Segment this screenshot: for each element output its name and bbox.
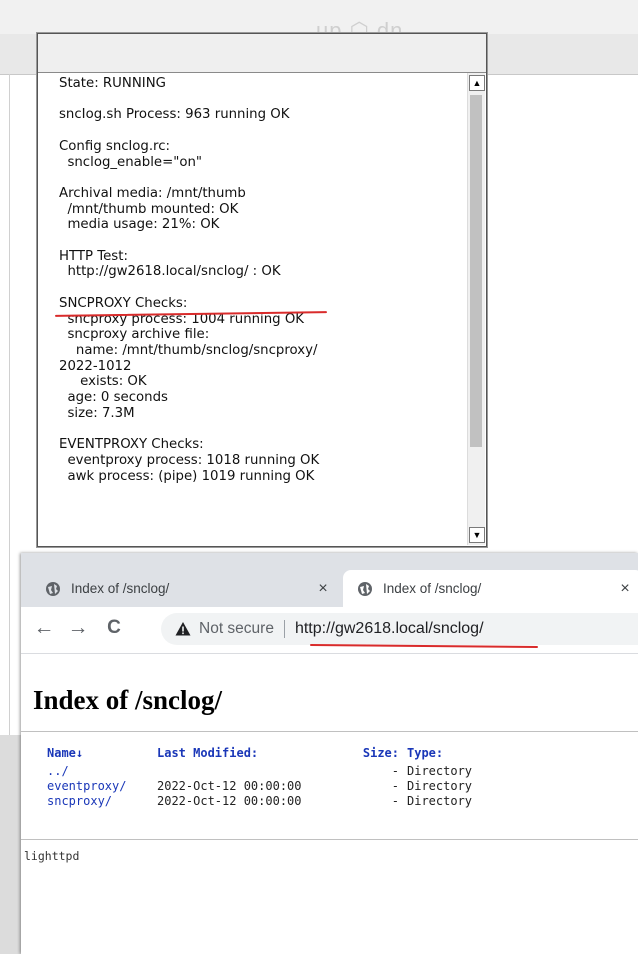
tab-title: Index of /snclog/ [383,581,482,596]
browser-toolbar: ← → C Not secure http://gw2618.local/snc… [21,607,638,654]
popup-content: State: RUNNING sncIog.sh Process: 963 ru… [38,73,466,546]
column-name[interactable]: Name↓ [47,746,157,764]
scroll-up-icon[interactable]: ▲ [469,75,485,91]
row-size: - [391,794,399,808]
divider [21,839,638,840]
page-title: Index of /snclog/ [33,685,223,715]
directory-listing: Name↓ Last Modified: Size: Type: ../ - D… [47,746,527,809]
close-icon[interactable]: × [313,580,333,598]
tab-title: Index of /snclog/ [71,581,170,596]
column-size[interactable]: Size: [337,746,407,764]
server-signature: lighttpd [24,849,80,863]
row-modified [157,764,337,779]
status-text: State: RUNNING sncIog.sh Process: 963 ru… [59,76,320,484]
url-text[interactable]: http://gw2618.local/snclog/ [295,620,484,638]
omnibox-divider [283,620,285,638]
parent-directory-link[interactable]: ../ [47,764,69,778]
tab-index-snclog-1[interactable]: Index of /snclog/ × [31,570,341,607]
row-type: Directory [407,794,473,808]
divider [21,731,638,732]
scroll-thumb[interactable] [470,95,482,447]
warning-icon[interactable] [175,621,191,637]
forward-arrow-icon[interactable]: → [65,615,91,641]
browser-window: Index of /snclog/ × Index of /snclog/ × … [21,553,638,954]
globe-icon [358,581,372,596]
globe-icon [46,581,60,596]
address-bar[interactable]: Not secure http://gw2618.local/snclog/ [161,613,638,645]
listing-header-row: Name↓ Last Modified: Size: Type: [47,746,527,764]
security-status[interactable]: Not secure [199,620,274,638]
reload-icon[interactable]: C [101,615,127,641]
popup-titlebar[interactable] [38,34,486,73]
table-row: ../ - Directory [47,764,527,779]
tab-index-snclog-2[interactable]: Index of /snclog/ × [343,570,638,607]
row-modified: 2022-Oct-12 00:00:00 [157,794,302,808]
sncproxy-link[interactable]: sncproxy/ [47,794,112,808]
column-last-modified[interactable]: Last Modified: [157,746,337,764]
back-arrow-icon[interactable]: ← [31,615,57,641]
table-row: eventproxy/ 2022-Oct-12 00:00:00 - Direc… [47,779,527,794]
row-modified: 2022-Oct-12 00:00:00 [157,779,302,793]
popup-scrollbar[interactable]: ▲ ▼ [467,73,485,545]
eventproxy-link[interactable]: eventproxy/ [47,779,126,793]
close-icon[interactable]: × [615,580,635,598]
tab-bar: Index of /snclog/ × Index of /snclog/ × [21,553,638,607]
row-type: Directory [407,779,473,793]
table-row: sncproxy/ 2022-Oct-12 00:00:00 - Directo… [47,794,527,809]
row-size: - [391,764,399,778]
column-type[interactable]: Type: [407,746,527,764]
row-size: - [391,779,399,793]
row-type: Directory [407,764,473,778]
status-popup: State: RUNNING sncIog.sh Process: 963 ru… [37,33,487,547]
scroll-down-icon[interactable]: ▼ [469,527,485,543]
